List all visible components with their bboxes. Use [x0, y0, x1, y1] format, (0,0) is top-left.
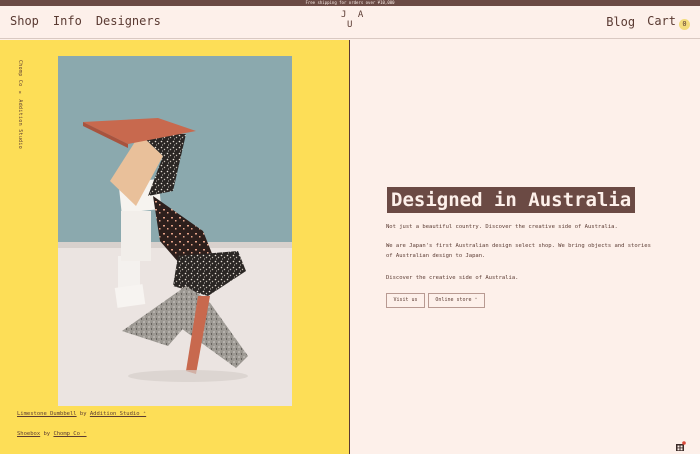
nav-designers[interactable]: Designers	[96, 14, 161, 28]
hero-paragraph-2: We are Japan's first Australian design s…	[386, 243, 651, 259]
nav-info[interactable]: Info	[53, 14, 82, 28]
sculpture-image	[58, 56, 292, 406]
hero-paragraph-3: Discover the creative side of Australia.	[386, 275, 519, 281]
logo-line-1: J A	[341, 10, 367, 20]
credit-2-maker-link[interactable]: Chomp Co ⁺	[53, 431, 86, 437]
hero-headline: Designed in Australia	[387, 187, 636, 213]
credit-1-maker-link[interactable]: Addition Studio ⁺	[90, 411, 146, 417]
shopping-bag-icon	[676, 441, 686, 451]
online-store-button[interactable]: Online store ⁺	[428, 293, 485, 308]
site-logo[interactable]: J A U	[341, 10, 367, 30]
main-nav: Shop Info Designers	[10, 14, 161, 28]
nav-shop[interactable]: Shop	[10, 14, 39, 28]
site-header: Shop Info Designers J A U Blog Cart 0	[0, 6, 700, 39]
credit-2-item-link[interactable]: Shoebox	[17, 431, 40, 437]
hero-text-panel: Designed in Australia Not just a beautif…	[351, 40, 700, 454]
credit-1-item-link[interactable]: Limestone Dumbbell	[17, 411, 77, 417]
cart-label: Cart	[647, 14, 676, 28]
photo-credit-1: Limestone Dumbbell by Addition Studio ⁺	[17, 411, 146, 417]
credit-2-by: by	[40, 431, 54, 437]
announcement-text: Free shipping for orders over ¥10,000	[305, 0, 395, 5]
utility-nav: Blog Cart 0	[606, 14, 690, 30]
photo-credit-2: Shoebox by Chomp Co ⁺	[17, 431, 87, 437]
hero-paragraph-1: Not just a beautiful country. Discover t…	[386, 224, 618, 230]
logo-line-2: U	[347, 20, 356, 30]
nav-cart[interactable]: Cart 0	[647, 14, 690, 30]
vertical-caption: Chomp Co × Addition Studio	[17, 60, 23, 150]
visit-us-button[interactable]: Visit us	[386, 293, 425, 308]
cart-count-badge: 0	[679, 19, 690, 30]
hero-product-photo	[58, 56, 292, 406]
shop-app-icon[interactable]	[675, 437, 686, 451]
hero-image-panel: Chomp Co × Addition Studio Limestone Dum…	[0, 40, 350, 454]
nav-blog[interactable]: Blog	[606, 15, 635, 29]
credit-1-by: by	[76, 411, 90, 417]
